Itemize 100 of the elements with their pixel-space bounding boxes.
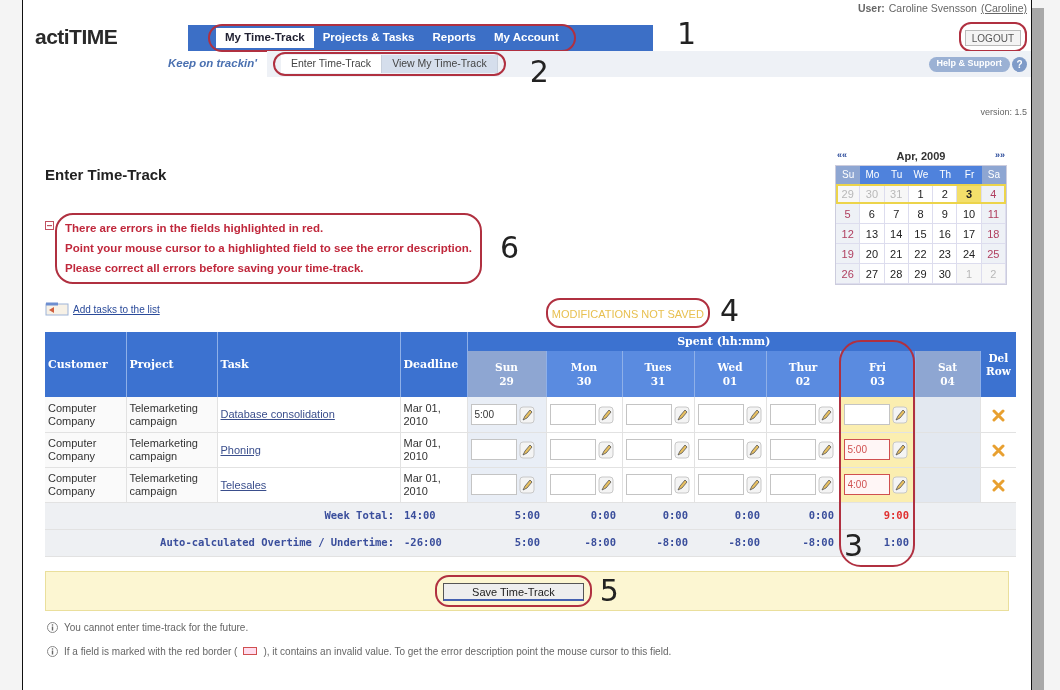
- user-login-link[interactable]: (Caroline): [980, 1, 1027, 17]
- calendar-day[interactable]: 6: [860, 204, 885, 224]
- pencil-icon[interactable]: [518, 440, 535, 459]
- calendar-day[interactable]: 8: [908, 204, 934, 224]
- calendar-day[interactable]: 26: [836, 264, 861, 284]
- time-input[interactable]: [697, 404, 744, 425]
- calendar-day[interactable]: 22: [908, 244, 934, 264]
- collapse-icon[interactable]: [45, 220, 54, 230]
- column-header: Project: [126, 332, 217, 398]
- pencil-icon[interactable]: [745, 440, 762, 459]
- time-input[interactable]: 5:00: [843, 439, 890, 461]
- total-value: 14:00: [404, 509, 436, 522]
- delete-row-icon[interactable]: [991, 408, 1005, 422]
- calendar-day[interactable]: 28: [884, 264, 909, 284]
- time-input[interactable]: [697, 474, 744, 496]
- pencil-icon[interactable]: [673, 405, 690, 424]
- time-input[interactable]: [769, 404, 816, 425]
- task-link[interactable]: Database consolidation: [220, 408, 335, 421]
- calendar-day[interactable]: 27: [860, 264, 885, 284]
- time-input[interactable]: 4:00: [843, 474, 890, 496]
- calendar-day[interactable]: 23: [933, 244, 958, 264]
- pencil-icon[interactable]: [817, 475, 834, 494]
- delete-row-icon[interactable]: [991, 479, 1005, 493]
- pencil-icon[interactable]: [597, 405, 614, 424]
- calendar-day[interactable]: 5: [836, 204, 861, 224]
- calendar-day[interactable]: 24: [957, 244, 982, 264]
- calendar-day[interactable]: 10: [957, 204, 982, 224]
- add-tasks-icon[interactable]: [45, 302, 69, 317]
- calendar-week[interactable]: 29 30 31 1 2 3 4: [836, 184, 1006, 204]
- time-input[interactable]: [470, 474, 517, 496]
- pencil-icon[interactable]: [597, 475, 614, 494]
- calendar-day[interactable]: 21: [884, 244, 909, 264]
- sub-tab[interactable]: View My Time-Track: [382, 55, 498, 73]
- save-button[interactable]: Save Time-Track: [443, 582, 584, 601]
- total-label: Week Total:: [324, 509, 394, 522]
- pencil-icon[interactable]: [673, 440, 690, 459]
- calendar-day[interactable]: 11: [981, 204, 1006, 224]
- calendar-day[interactable]: 25: [981, 244, 1006, 264]
- calendar-week[interactable]: 5 6 7 8 9 10 11: [836, 204, 1006, 224]
- calendar-week[interactable]: 19 20 21 22 23 24 25: [836, 244, 1006, 264]
- pencil-icon[interactable]: [518, 475, 535, 494]
- table-cell: Mar 01, 2010: [400, 397, 467, 433]
- pencil-icon[interactable]: [597, 440, 614, 459]
- calendar-day[interactable]: 29: [908, 264, 934, 284]
- calendar-day[interactable]: 12: [836, 224, 861, 244]
- calendar-day[interactable]: 3: [957, 184, 982, 204]
- logo[interactable]: actiTIME: [35, 25, 118, 48]
- pencil-icon[interactable]: [745, 475, 762, 494]
- calendar-day[interactable]: 4: [981, 184, 1006, 204]
- note-text: You cannot enter time-track for the future.: [64, 620, 249, 635]
- time-input[interactable]: [549, 404, 596, 425]
- calendar-day[interactable]: 19: [836, 244, 861, 264]
- time-input[interactable]: 5:00: [470, 404, 517, 425]
- calendar-day[interactable]: 16: [933, 224, 958, 244]
- pencil-icon[interactable]: [673, 475, 690, 494]
- calendar-day[interactable]: 30: [933, 264, 958, 284]
- time-input[interactable]: [549, 474, 596, 496]
- weekday-header: Su: [836, 166, 861, 184]
- day-total: 5:00: [514, 536, 540, 549]
- time-input[interactable]: [843, 404, 890, 425]
- delete-row-icon[interactable]: [991, 444, 1005, 458]
- time-input[interactable]: [697, 439, 744, 461]
- time-input[interactable]: [769, 474, 816, 496]
- pencil-icon[interactable]: [891, 440, 908, 459]
- calendar-day[interactable]: 7: [884, 204, 909, 224]
- time-input[interactable]: [470, 439, 517, 461]
- pencil-icon[interactable]: [891, 475, 908, 494]
- time-input[interactable]: [769, 439, 816, 461]
- pencil-icon[interactable]: [891, 405, 908, 424]
- pencil-icon[interactable]: [518, 405, 535, 424]
- calendar-day[interactable]: 18: [981, 224, 1006, 244]
- next-month-button[interactable]: »»: [994, 149, 1005, 163]
- day-header: Mon 30: [546, 351, 622, 398]
- pencil-icon[interactable]: [817, 405, 834, 424]
- calendar-day[interactable]: 17: [957, 224, 982, 244]
- pencil-icon[interactable]: [817, 440, 834, 459]
- logout-button[interactable]: LOGOUT: [964, 29, 1021, 46]
- time-input[interactable]: [625, 474, 672, 496]
- day-total: 0:00: [734, 509, 760, 522]
- pencil-icon[interactable]: [745, 405, 762, 424]
- calendar-week[interactable]: 12 13 14 15 16 17 18: [836, 224, 1006, 244]
- add-tasks-link[interactable]: Add tasks to the list: [73, 301, 160, 317]
- calendar-week[interactable]: 26 27 28 29 30 1 2: [836, 264, 1006, 284]
- calendar-day[interactable]: 14: [884, 224, 909, 244]
- task-link[interactable]: Telesales: [220, 478, 267, 491]
- time-input[interactable]: [625, 439, 672, 461]
- calendar-day[interactable]: 13: [860, 224, 885, 244]
- callout-number: 2: [529, 57, 549, 87]
- task-link[interactable]: Phoning: [220, 443, 261, 456]
- calendar-day[interactable]: 9: [933, 204, 958, 224]
- calendar-day[interactable]: 20: [860, 244, 885, 264]
- slogan: Keep on trackin': [167, 56, 259, 72]
- time-input[interactable]: [549, 439, 596, 461]
- time-input[interactable]: [625, 404, 672, 425]
- weekday-header: Mo: [860, 166, 885, 184]
- previous-month-button[interactable]: ««: [837, 149, 847, 163]
- sub-tab[interactable]: Enter Time-Track: [281, 55, 383, 73]
- day-total: 1:00: [883, 536, 909, 549]
- calendar-day[interactable]: 15: [908, 224, 934, 244]
- nav-tab[interactable]: My Time-Track: [216, 28, 314, 48]
